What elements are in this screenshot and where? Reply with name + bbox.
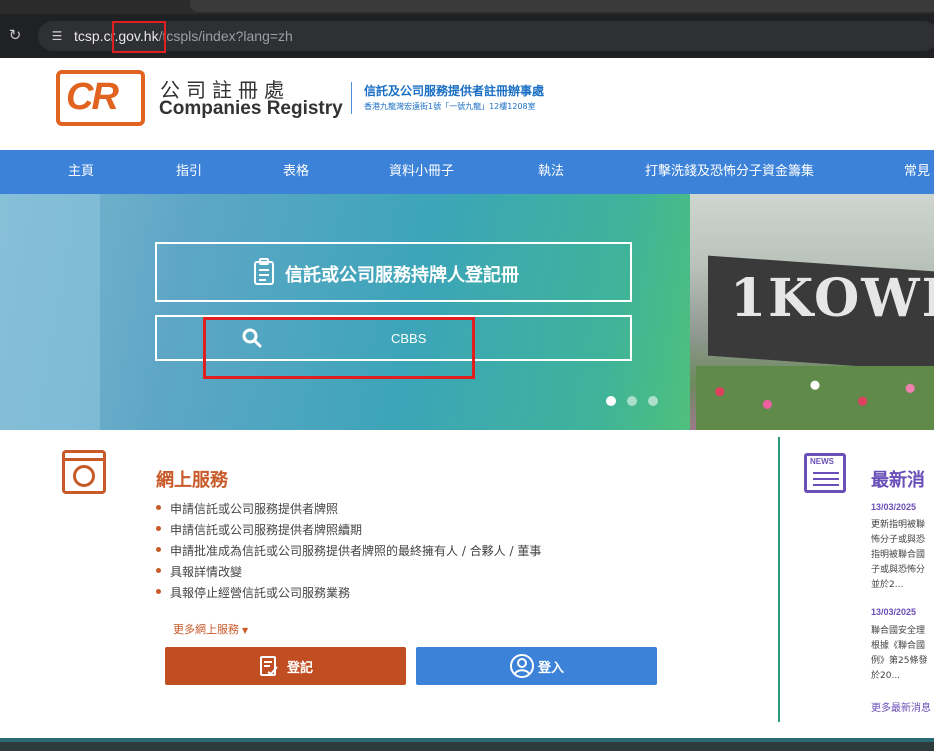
- more-online-services-link[interactable]: 更多網上服務 ▼: [173, 621, 248, 637]
- logo-mark: CR: [66, 76, 119, 118]
- url-highlight-box: [112, 21, 166, 53]
- form-edit-icon: [260, 656, 278, 676]
- url-field[interactable]: ☰ tcsp.cr.gov.hk/tcspls/index?lang=zh: [38, 21, 934, 51]
- latest-news-title: 最新消: [871, 470, 925, 491]
- service-link-apply-licence[interactable]: 申請信託或公司服務提供者牌照: [156, 500, 541, 521]
- news-item-2[interactable]: 聯合國安全理 根據《聯合國 例》第25條發 於20...: [871, 624, 934, 684]
- service-link-report-cessation[interactable]: 具報停止經營信託或公司服務業務: [156, 584, 541, 605]
- user-icon: [510, 654, 534, 678]
- nav-item-guides[interactable]: 指引: [176, 150, 202, 194]
- main-nav: 主頁 指引 表格 資料小冊子 執法 打擊洗錢及恐怖分子資金籌集 常見: [0, 150, 934, 194]
- building-sign-text: 1KOWLO: [730, 268, 934, 329]
- signup-button[interactable]: 登記: [165, 647, 406, 685]
- licensee-register-label: 信託或公司服務持牌人登記冊: [285, 265, 519, 286]
- more-news-link[interactable]: 更多最新消息: [871, 699, 931, 714]
- service-link-renew-licence[interactable]: 申請信託或公司服務提供者牌照續期: [156, 521, 541, 542]
- header-divider: [351, 82, 352, 114]
- carousel-dot-3[interactable]: [648, 396, 658, 406]
- news-date: 13/03/2025: [871, 502, 917, 512]
- flower-bed: [696, 366, 934, 430]
- url-text[interactable]: tcsp.cr.gov.hk/tcspls/index?lang=zh: [74, 27, 293, 45]
- carousel-dot-2[interactable]: [627, 396, 637, 406]
- signup-label: 登記: [287, 661, 314, 676]
- online-services-list: 申請信託或公司服務提供者牌照 申請信託或公司服務提供者牌照續期 申請批准成為信託…: [156, 500, 541, 605]
- hero-banner: 1KOWLO: [0, 194, 934, 430]
- online-services-icon: [62, 450, 106, 494]
- nav-item-pamphlets[interactable]: 資料小冊子: [389, 150, 454, 194]
- logo-english-name: Companies Registry: [159, 98, 343, 119]
- site-header: CR 公司註冊處 Companies Registry 信託及公司服務提供者註冊…: [0, 58, 934, 150]
- banner-pattern: [0, 194, 100, 430]
- service-link-approval-owner[interactable]: 申請批准成為信託或公司服務提供者牌照的最終擁有人 / 合夥人 / 董事: [156, 542, 541, 563]
- service-link-report-changes[interactable]: 具報詳情改變: [156, 563, 541, 584]
- news-icon-tag: NEWS: [810, 457, 834, 466]
- nav-item-home[interactable]: 主頁: [68, 150, 94, 194]
- licensee-register-button[interactable]: 信託或公司服務持牌人登記冊: [155, 242, 632, 302]
- browser-tab[interactable]: [190, 0, 934, 12]
- site-info-icon[interactable]: ☰: [48, 27, 66, 45]
- nav-item-faq[interactable]: 常見: [904, 150, 930, 194]
- carousel-dot-1[interactable]: [606, 396, 616, 406]
- nav-item-enforcement[interactable]: 執法: [538, 150, 564, 194]
- clipboard-icon: [254, 258, 274, 285]
- section-divider: [778, 437, 780, 722]
- login-label: 登入: [538, 661, 565, 676]
- news-icon: NEWS: [804, 453, 846, 493]
- cr-logo[interactable]: CR: [56, 70, 145, 126]
- nav-item-forms[interactable]: 表格: [283, 150, 309, 194]
- cbbs-highlight-box: [203, 317, 475, 379]
- chevron-down-icon: ▼: [242, 626, 249, 635]
- department-address: 香港九龍灣宏遠街1號「一號九龍」12樓1208室: [364, 102, 536, 111]
- nav-item-aml-ctf[interactable]: 打擊洗錢及恐怖分子資金籌集: [645, 150, 814, 194]
- news-item-1[interactable]: 更新指明被聯 怖分子或與恐 指明被聯合國 子或與恐怖分 並於2...: [871, 518, 934, 593]
- footer-strip: [0, 738, 934, 751]
- browser-tabstrip: [0, 0, 934, 14]
- reload-icon[interactable]: ↻: [6, 26, 24, 44]
- login-button[interactable]: 登入: [416, 647, 657, 685]
- online-services-title: 網上服務: [156, 470, 228, 491]
- news-date: 13/03/2025: [871, 607, 917, 617]
- department-name: 信託及公司服務提供者註冊辦事處: [364, 84, 545, 98]
